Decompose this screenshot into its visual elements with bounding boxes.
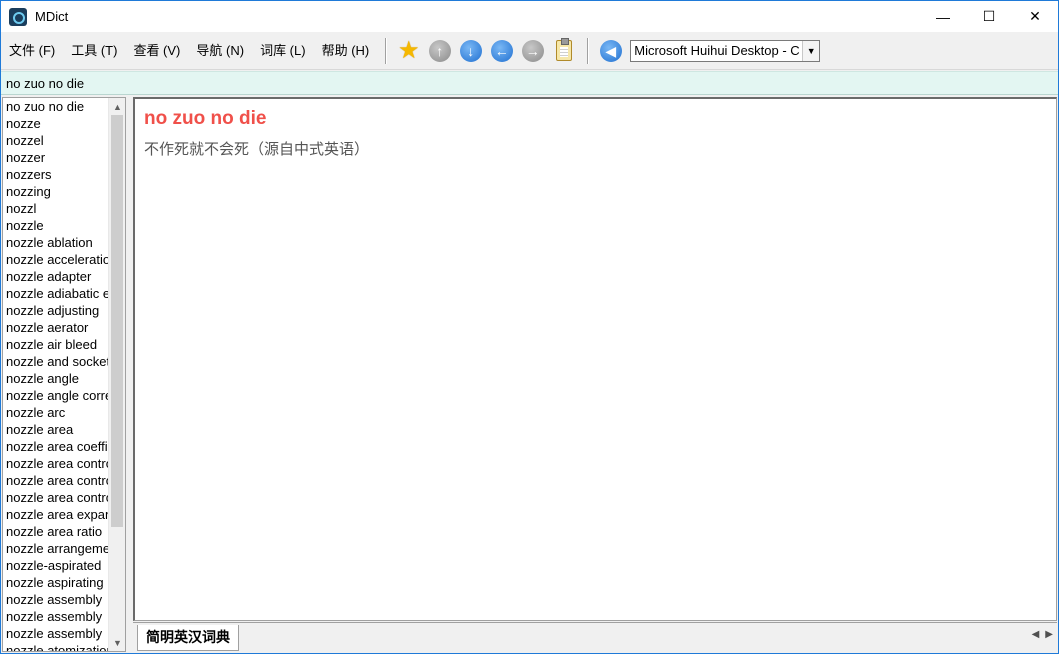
word-list-item[interactable]: nozze xyxy=(3,115,108,132)
word-list-item[interactable]: nozzle air bleed xyxy=(3,336,108,353)
forward-arrow-icon: → xyxy=(521,39,544,62)
scroll-up-icon[interactable]: ▲ xyxy=(109,98,125,115)
word-list-item[interactable]: nozzle area control unit xyxy=(3,489,108,506)
word-list-item[interactable]: nozzle assembly xyxy=(3,591,108,608)
word-list-item[interactable]: nozzing xyxy=(3,183,108,200)
clipboard-icon xyxy=(555,38,572,61)
scroll-down-icon[interactable]: ▼ xyxy=(109,634,125,651)
word-list[interactable]: no zuo no die nozze nozzel nozzer nozzers noz… xyxy=(2,97,126,652)
app-logo-icon xyxy=(9,7,27,26)
dictionary-tab-strip: 简明英汉词典 ◀ ▶ xyxy=(133,622,1057,652)
window-controls: — ☐ ✕ xyxy=(920,1,1058,32)
word-list-item[interactable]: nozzle arrangement xyxy=(3,540,108,557)
pane-splitter[interactable] xyxy=(127,97,132,652)
title-bar: MDict — ☐ ✕ xyxy=(1,1,1058,32)
word-list-item[interactable]: nozzle area control xyxy=(3,455,108,472)
word-list-item[interactable]: nozzel xyxy=(3,132,108,149)
window-title: MDict xyxy=(35,9,69,24)
voice-select-value: Microsoft Huihui Desktop - C xyxy=(634,43,800,58)
word-list-item[interactable]: nozzle area control system xyxy=(3,472,108,489)
word-list-item[interactable]: nozzle adapter xyxy=(3,268,108,285)
maximize-button[interactable]: ☐ xyxy=(966,1,1012,32)
word-list-item[interactable]: nozzle xyxy=(3,217,108,234)
word-list-item[interactable]: nozzle area xyxy=(3,421,108,438)
close-button[interactable]: ✕ xyxy=(1012,1,1058,32)
star-icon: ★ xyxy=(397,36,420,64)
word-list-item[interactable]: nozzle assembly xyxy=(3,625,108,642)
word-list-item[interactable]: nozzle ablation xyxy=(3,234,108,251)
favorite-button[interactable]: ★ xyxy=(396,38,422,64)
word-list-item[interactable]: nozzers xyxy=(3,166,108,183)
word-list-item[interactable]: nozzle adiabatic efficiency xyxy=(3,285,108,302)
voice-select[interactable]: Microsoft Huihui Desktop - C ▼ xyxy=(630,39,821,62)
word-list-item[interactable]: nozzle area coefficient xyxy=(3,438,108,455)
tab-scroll-left-icon[interactable]: ◀ xyxy=(1032,629,1040,640)
speaker-icon: ◀ xyxy=(599,39,622,62)
word-list-item[interactable]: nozzle acceleration xyxy=(3,251,108,268)
word-list-item[interactable]: nozzle area ratio xyxy=(3,523,108,540)
up-arrow-icon: ↑ xyxy=(428,39,451,62)
tab-scroll-right-icon[interactable]: ▶ xyxy=(1045,629,1053,640)
word-list-item[interactable]: nozzle assembly xyxy=(3,608,108,625)
paste-button[interactable] xyxy=(551,38,577,64)
toolbar-separator xyxy=(385,37,388,64)
word-list-item[interactable]: nozzle atomization xyxy=(3,642,108,651)
tab-scroll-controls: ◀ ▶ xyxy=(1032,629,1053,640)
definition-pane: no zuo no die 不作死就不会死（源自中式英语） xyxy=(133,97,1057,621)
forward-button[interactable]: → xyxy=(520,38,546,64)
word-list-item[interactable]: nozzle angle xyxy=(3,370,108,387)
word-list-item[interactable]: nozzle aspirating xyxy=(3,574,108,591)
search-row xyxy=(1,71,1058,95)
word-list-item[interactable]: nozzle area expansion xyxy=(3,506,108,523)
word-list-item[interactable]: nozzle aerator xyxy=(3,319,108,336)
app-window: MDict — ☐ ✕ 文件 (F) 工具 (T) 查看 (V) 导航 (N) … xyxy=(0,0,1059,654)
word-list-item[interactable]: nozzl xyxy=(3,200,108,217)
word-list-item[interactable]: no zuo no die xyxy=(3,98,108,115)
word-list-item[interactable]: nozzle angle correction xyxy=(3,387,108,404)
entry-definition: 不作死就不会死（源自中式英语） xyxy=(144,140,370,158)
entry-headword: no zuo no die xyxy=(144,108,267,129)
pronounce-button[interactable]: ◀ xyxy=(598,38,624,64)
back-button[interactable]: ← xyxy=(489,38,515,64)
next-entry-button[interactable]: ↓ xyxy=(458,38,484,64)
down-arrow-icon: ↓ xyxy=(459,39,482,62)
menu-tools[interactable]: 工具 (T) xyxy=(63,32,125,70)
menu-help[interactable]: 帮助 (H) xyxy=(314,32,378,70)
word-list-item[interactable]: nozzle and socket xyxy=(3,353,108,370)
search-input[interactable] xyxy=(1,72,1058,94)
menu-file[interactable]: 文件 (F) xyxy=(1,32,63,70)
word-list-item[interactable]: nozzle adjusting xyxy=(3,302,108,319)
word-list-item[interactable]: nozzle arc xyxy=(3,404,108,421)
menu-navigate[interactable]: 导航 (N) xyxy=(188,32,252,70)
scrollbar-thumb[interactable] xyxy=(111,115,123,527)
previous-entry-button[interactable]: ↑ xyxy=(427,38,453,64)
menu-library[interactable]: 词库 (L) xyxy=(252,32,314,70)
toolbar-separator xyxy=(587,37,590,64)
back-arrow-icon: ← xyxy=(490,39,513,62)
word-list-item[interactable]: nozzle-aspirated xyxy=(3,557,108,574)
word-list-scrollbar[interactable]: ▲ ▼ xyxy=(108,98,125,651)
menu-toolbar-row: 文件 (F) 工具 (T) 查看 (V) 导航 (N) 词库 (L) 帮助 (H… xyxy=(1,32,1058,70)
minimize-button[interactable]: — xyxy=(920,1,966,32)
chevron-down-icon[interactable]: ▼ xyxy=(802,40,820,61)
word-list-item[interactable]: nozzer xyxy=(3,149,108,166)
tab-dictionary[interactable]: 简明英汉词典 xyxy=(137,625,239,651)
word-list-items: no zuo no die nozze nozzel nozzer nozzers noz… xyxy=(3,98,108,651)
menu-view[interactable]: 查看 (V) xyxy=(125,32,188,70)
